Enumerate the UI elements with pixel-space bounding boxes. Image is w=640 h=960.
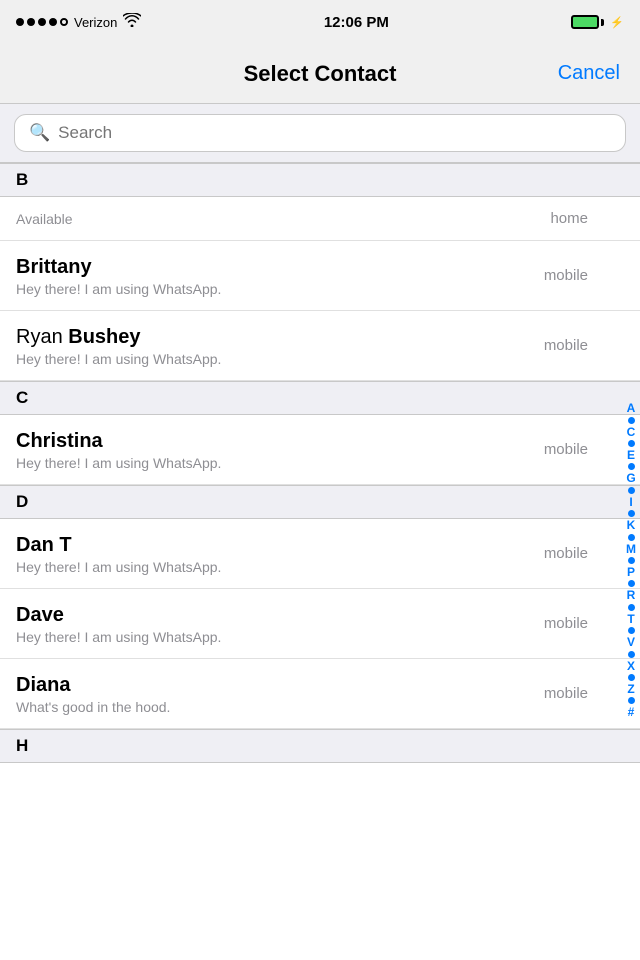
side-index-v[interactable]: V — [627, 635, 635, 649]
contact-first-name: Ryan — [16, 326, 68, 348]
contact-name: Dan T — [16, 533, 544, 557]
side-index-c[interactable]: C — [627, 425, 636, 439]
contact-phone-type: mobile — [544, 615, 588, 632]
contact-name: Christina — [16, 429, 544, 453]
contact-name: Brittany — [16, 255, 544, 279]
status-time: 12:06 PM — [324, 14, 389, 31]
search-input[interactable] — [58, 123, 611, 143]
side-index-r[interactable]: R — [627, 588, 636, 602]
battery-bolt-icon: ⚡ — [610, 16, 624, 29]
list-item[interactable]: Diana What's good in the hood. mobile — [0, 659, 640, 729]
search-bar-container: 🔍 — [0, 104, 640, 163]
battery-tip — [601, 19, 604, 26]
list-item[interactable]: Ryan Bushey Hey there! I am using WhatsA… — [0, 311, 640, 381]
contact-status-text: Available — [16, 211, 73, 227]
contact-info: Diana What's good in the hood. — [16, 673, 544, 715]
contact-status-text: Hey there! I am using WhatsApp. — [16, 351, 544, 367]
contact-info: Christina Hey there! I am using WhatsApp… — [16, 429, 544, 471]
list-item[interactable]: Available home — [0, 197, 640, 241]
side-index-g[interactable]: G — [626, 471, 635, 485]
signal-dot-1 — [16, 18, 24, 26]
side-index-x[interactable]: X — [627, 659, 635, 673]
carrier-label: Verizon — [74, 15, 117, 30]
side-index-a[interactable]: A — [627, 401, 636, 415]
side-index-k[interactable]: K — [627, 518, 636, 532]
battery-body — [571, 15, 599, 29]
contact-info: Ryan Bushey Hey there! I am using WhatsA… — [16, 325, 544, 367]
section-header-d: D — [0, 485, 640, 519]
contact-status-text: What's good in the hood. — [16, 699, 544, 715]
list-item[interactable]: Brittany Hey there! I am using WhatsApp.… — [0, 241, 640, 311]
wifi-icon — [123, 13, 141, 32]
contact-status-text: Hey there! I am using WhatsApp. — [16, 559, 544, 575]
signal-dot-5 — [60, 18, 68, 26]
contact-phone-type: mobile — [544, 337, 588, 354]
side-index-m[interactable]: M — [626, 542, 636, 556]
page-title: Select Contact — [244, 61, 397, 87]
signal-dots — [16, 18, 68, 26]
battery-indicator — [571, 15, 604, 29]
contact-status-text: Hey there! I am using WhatsApp. — [16, 629, 544, 645]
contact-list: B Available home Brittany Hey there! I a… — [0, 163, 640, 958]
nav-bar: Select Contact Cancel — [0, 44, 640, 104]
contact-info: Dan T Hey there! I am using WhatsApp. — [16, 533, 544, 575]
contact-status-text: Hey there! I am using WhatsApp. — [16, 455, 544, 471]
contact-phone-type: mobile — [544, 267, 588, 284]
search-icon: 🔍 — [29, 123, 50, 143]
signal-dot-4 — [49, 18, 57, 26]
side-index-hash[interactable]: # — [628, 705, 635, 719]
status-left: Verizon — [16, 13, 141, 32]
contact-name: Ryan Bushey — [16, 325, 544, 349]
side-index-i[interactable]: I — [629, 495, 632, 509]
contact-phone-type: mobile — [544, 685, 588, 702]
side-index-t[interactable]: T — [627, 612, 634, 626]
section-header-h: H — [0, 729, 640, 763]
contact-phone-type: mobile — [544, 545, 588, 562]
list-item[interactable]: Dave Hey there! I am using WhatsApp. mob… — [0, 589, 640, 659]
side-index-p[interactable]: P — [627, 565, 635, 579]
contact-info: Dave Hey there! I am using WhatsApp. — [16, 603, 544, 645]
cancel-button[interactable]: Cancel — [558, 62, 620, 85]
list-item[interactable]: Christina Hey there! I am using WhatsApp… — [0, 415, 640, 485]
section-header-c: C — [0, 381, 640, 415]
search-input-wrapper[interactable]: 🔍 — [14, 114, 626, 152]
contact-status-text: Hey there! I am using WhatsApp. — [16, 281, 544, 297]
section-header-b: B — [0, 163, 640, 197]
signal-dot-3 — [38, 18, 46, 26]
contact-name: Dave — [16, 603, 544, 627]
status-bar: Verizon 12:06 PM ⚡ — [0, 0, 640, 44]
contact-phone-type: mobile — [544, 441, 588, 458]
contact-info: Brittany Hey there! I am using WhatsApp. — [16, 255, 544, 297]
signal-dot-2 — [27, 18, 35, 26]
status-right: ⚡ — [571, 15, 624, 29]
list-item[interactable]: Dan T Hey there! I am using WhatsApp. mo… — [0, 519, 640, 589]
side-index-e[interactable]: E — [627, 448, 635, 462]
contact-phone-type: home — [550, 210, 588, 227]
side-index-z[interactable]: Z — [627, 682, 634, 696]
contact-name: Diana — [16, 673, 544, 697]
